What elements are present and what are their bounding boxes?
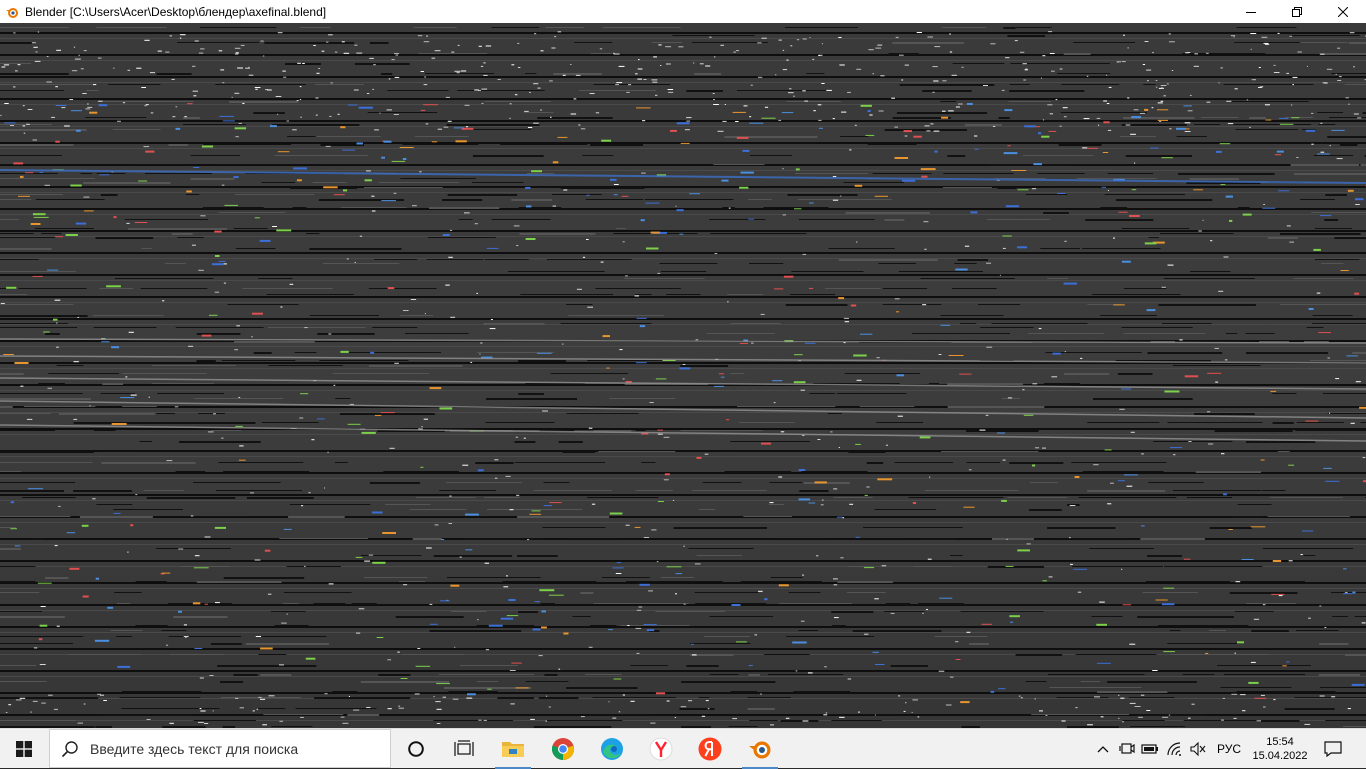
battery-icon <box>1141 743 1159 755</box>
tray-language[interactable]: РУС <box>1210 729 1248 769</box>
blender-icon <box>4 4 20 20</box>
maximize-button[interactable] <box>1274 0 1320 23</box>
edge-icon <box>600 737 624 761</box>
chevron-up-icon <box>1097 745 1109 753</box>
taskbar-blender[interactable] <box>736 729 784 769</box>
wifi-icon <box>1167 742 1183 756</box>
taskbar: РУС 15:54 15.04.2022 <box>0 728 1366 768</box>
notification-icon <box>1324 741 1342 757</box>
folder-icon <box>501 739 525 759</box>
blender-icon <box>748 738 772 760</box>
taskbar-yandex-browser[interactable] <box>637 729 685 769</box>
start-button[interactable] <box>0 729 48 769</box>
chrome-icon <box>551 737 575 761</box>
blender-viewport-corrupted[interactable] <box>0 23 1366 728</box>
task-view-icon <box>454 740 474 758</box>
close-button[interactable] <box>1320 0 1366 23</box>
window-titlebar[interactable]: Blender [C:\Users\Acer\Desktop\блендер\a… <box>0 0 1366 23</box>
yandex-icon <box>698 737 722 761</box>
glitch-artifacts <box>0 23 1366 728</box>
tray-notifications[interactable] <box>1318 729 1348 769</box>
taskbar-file-explorer[interactable] <box>489 729 537 769</box>
tray-volume[interactable] <box>1188 729 1208 769</box>
volume-muted-icon <box>1190 742 1206 756</box>
minimize-icon <box>1246 7 1256 17</box>
search-icon <box>50 740 90 758</box>
search-input[interactable] <box>90 741 380 757</box>
taskbar-cortana[interactable] <box>392 729 440 769</box>
tray-battery[interactable] <box>1140 729 1160 769</box>
taskbar-edge[interactable] <box>588 729 636 769</box>
taskbar-task-view[interactable] <box>440 729 488 769</box>
cortana-circle-icon <box>407 740 425 758</box>
taskbar-yandex[interactable] <box>686 729 734 769</box>
tray-show-hidden[interactable] <box>1093 729 1113 769</box>
clock-time: 15:54 <box>1266 735 1294 749</box>
yandex-browser-icon <box>649 737 673 761</box>
taskbar-search-box[interactable] <box>49 729 391 768</box>
windows-logo-icon <box>16 741 32 757</box>
window-title: Blender [C:\Users\Acer\Desktop\блендер\a… <box>25 5 326 19</box>
tray-meet-now[interactable] <box>1117 729 1137 769</box>
maximize-icon <box>1292 7 1302 17</box>
tray-clock[interactable]: 15:54 15.04.2022 <box>1248 729 1312 769</box>
close-icon <box>1338 7 1348 17</box>
minimize-button[interactable] <box>1228 0 1274 23</box>
taskbar-chrome[interactable] <box>539 729 587 769</box>
clock-date: 15.04.2022 <box>1252 749 1307 763</box>
meet-now-icon <box>1119 742 1135 756</box>
tray-network[interactable] <box>1165 729 1185 769</box>
window-controls <box>1228 0 1366 23</box>
